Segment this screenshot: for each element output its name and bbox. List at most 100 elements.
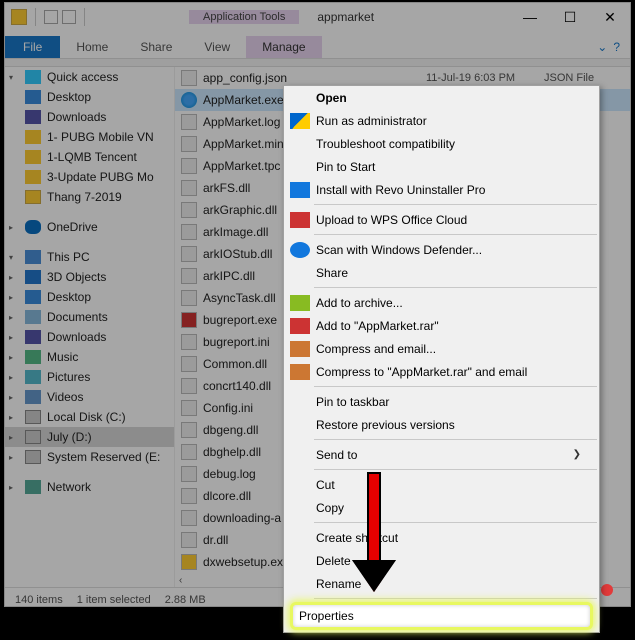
desktop-icon: [25, 90, 41, 104]
menu-revo[interactable]: Install with Revo Uninstaller Pro: [284, 178, 599, 201]
sidebar-downloads[interactable]: Downloads: [5, 107, 174, 127]
sidebar-network[interactable]: ▸Network: [5, 477, 174, 497]
menu-cut[interactable]: Cut: [284, 473, 599, 496]
menu-properties[interactable]: Properties: [290, 602, 593, 630]
file-icon: [181, 290, 197, 306]
menu-wps-upload[interactable]: Upload to WPS Office Cloud: [284, 208, 599, 231]
disk-icon: [25, 410, 41, 424]
contextual-tab-label: Application Tools: [189, 10, 299, 24]
context-menu: Open Run as administrator Troubleshoot c…: [283, 85, 600, 633]
tab-view[interactable]: View: [188, 36, 246, 58]
cloud-icon: [25, 220, 41, 234]
menu-run-as-admin[interactable]: Run as administrator: [284, 109, 599, 132]
menu-compress-email[interactable]: Compress and email...: [284, 337, 599, 360]
help-icon[interactable]: ?: [613, 40, 620, 54]
file-icon: [181, 378, 197, 394]
star-icon: [25, 70, 41, 84]
sidebar-videos[interactable]: ▸Videos: [5, 387, 174, 407]
sidebar-downloads[interactable]: ▸Downloads: [5, 327, 174, 347]
quick-access-toolbar: [5, 8, 89, 26]
menu-restore-versions[interactable]: Restore previous versions: [284, 413, 599, 436]
downloads-icon: [25, 110, 41, 124]
sidebar-onedrive[interactable]: ▸OneDrive: [5, 217, 174, 237]
file-icon: [181, 70, 197, 86]
network-icon: [25, 480, 41, 494]
music-icon: [25, 350, 41, 364]
sidebar-this-pc[interactable]: ▾This PC: [5, 247, 174, 267]
menu-delete[interactable]: Delete: [284, 549, 599, 572]
menu-pin-start[interactable]: Pin to Start: [284, 155, 599, 178]
menu-create-shortcut[interactable]: Create shortcut: [284, 526, 599, 549]
sidebar-pictures[interactable]: ▸Pictures: [5, 367, 174, 387]
menu-defender[interactable]: Scan with Windows Defender...: [284, 238, 599, 261]
file-icon: [181, 356, 197, 372]
folder-icon: [11, 9, 27, 25]
menu-send-to[interactable]: Send to❯: [284, 443, 599, 466]
file-icon: [181, 466, 197, 482]
menu-troubleshoot[interactable]: Troubleshoot compatibility: [284, 132, 599, 155]
file-icon: [181, 224, 197, 240]
chevron-down-icon: ⌄: [597, 40, 607, 54]
sidebar-july-d[interactable]: ▸July (D:): [5, 427, 174, 447]
menu-pin-taskbar[interactable]: Pin to taskbar: [284, 390, 599, 413]
qat-btn[interactable]: [62, 10, 76, 24]
desktop-icon: [25, 290, 41, 304]
menu-open[interactable]: Open: [284, 86, 599, 109]
sidebar-local-disk-c[interactable]: ▸Local Disk (C:): [5, 407, 174, 427]
file-icon: [181, 202, 197, 218]
sidebar-folder[interactable]: 1- PUBG Mobile VN: [5, 127, 174, 147]
sidebar-3d-objects[interactable]: ▸3D Objects: [5, 267, 174, 287]
pictures-icon: [25, 370, 41, 384]
file-icon: [181, 400, 197, 416]
navigation-bar: [5, 59, 630, 67]
documents-icon: [25, 310, 41, 324]
file-icon: [181, 334, 197, 350]
folder-icon: [25, 130, 41, 144]
file-icon: [181, 268, 197, 284]
tab-share[interactable]: Share: [124, 36, 188, 58]
menu-copy[interactable]: Copy: [284, 496, 599, 519]
sidebar-system-reserved[interactable]: ▸System Reserved (E:: [5, 447, 174, 467]
menu-rename[interactable]: Rename: [284, 572, 599, 595]
qat-btn[interactable]: [44, 10, 58, 24]
revo-icon: [290, 182, 310, 198]
close-button[interactable]: ✕: [590, 3, 630, 31]
dot-icon: [601, 584, 613, 596]
folder-icon: [25, 150, 41, 164]
tab-file[interactable]: File: [5, 36, 60, 58]
menu-share[interactable]: Share: [284, 261, 599, 284]
file-icon: [181, 180, 197, 196]
sidebar-desktop[interactable]: Desktop: [5, 87, 174, 107]
file-icon: [181, 114, 197, 130]
ribbon-help[interactable]: ⌄ ?: [587, 36, 630, 58]
sidebar-folder[interactable]: 1-LQMB Tencent: [5, 147, 174, 167]
file-icon: [181, 510, 197, 526]
menu-compress-rar-email[interactable]: Compress to "AppMarket.rar" and email: [284, 360, 599, 383]
sidebar-documents[interactable]: ▸Documents: [5, 307, 174, 327]
chevron-right-icon: ❯: [573, 449, 581, 460]
tab-home[interactable]: Home: [60, 36, 124, 58]
minimize-button[interactable]: —: [510, 3, 550, 31]
archive-icon: [290, 295, 310, 311]
archive-icon: [290, 341, 310, 357]
videos-icon: [25, 390, 41, 404]
file-icon: [181, 488, 197, 504]
disk-icon: [25, 450, 41, 464]
file-icon: [181, 246, 197, 262]
sidebar-music[interactable]: ▸Music: [5, 347, 174, 367]
archive-icon: [290, 318, 310, 334]
cube-icon: [25, 270, 41, 284]
share-icon: [290, 265, 310, 281]
menu-add-archive[interactable]: Add to archive...: [284, 291, 599, 314]
downloads-icon: [25, 330, 41, 344]
file-icon: [181, 554, 197, 570]
menu-add-rar[interactable]: Add to "AppMarket.rar": [284, 314, 599, 337]
sidebar-quick-access[interactable]: ▾Quick access: [5, 67, 174, 87]
maximize-button[interactable]: ☐: [550, 3, 590, 31]
disk-icon: [25, 430, 41, 444]
sidebar-folder[interactable]: 3-Update PUBG Mo: [5, 167, 174, 187]
navigation-pane[interactable]: ▾Quick access Desktop Downloads 1- PUBG …: [5, 67, 175, 587]
sidebar-folder[interactable]: Thang 7-2019: [5, 187, 174, 207]
sidebar-desktop[interactable]: ▸Desktop: [5, 287, 174, 307]
tab-manage[interactable]: Manage: [246, 36, 321, 58]
